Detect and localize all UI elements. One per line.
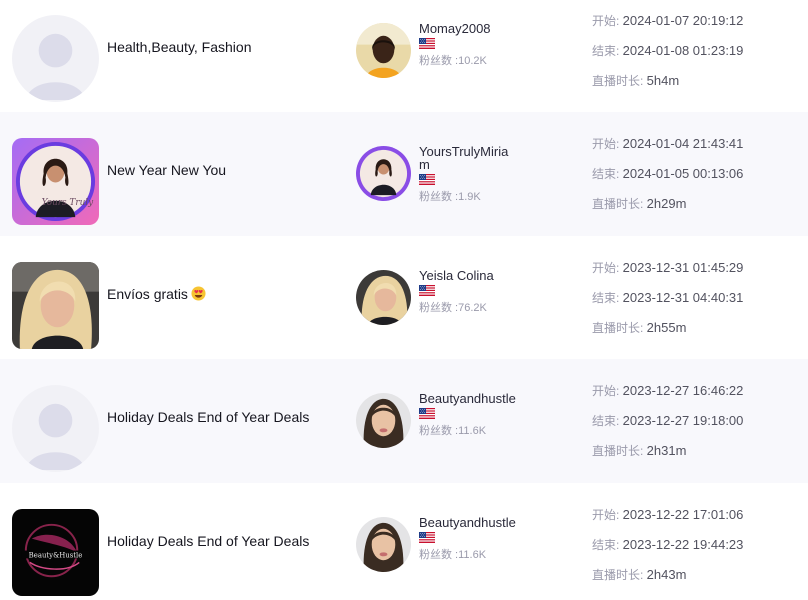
svg-text:Yours Truly: Yours Truly [42,198,94,208]
fans-count: 粉丝数 :1.9K [419,191,481,203]
start-time: 开始: 2023-12-22 17:01:06 [592,507,744,522]
stream-cover-beauty-logo-cover-image[interactable]: Beauty&Hustle [12,509,99,596]
us-flag-icon [419,38,435,49]
us-flag-icon [419,408,435,419]
stream-cover-default-avatar-icon[interactable] [12,385,99,472]
stream-times: 开始: 2024-01-04 21:43:41 结束: 2024-01-05 0… [592,136,743,226]
stream-title[interactable]: Holiday Deals End of Year Deals [107,533,309,549]
end-time: 结束: 2023-12-27 19:18:00 [592,413,744,428]
duration: 直播时长: 2h31m [592,443,687,458]
duration: 直播时长: 2h43m [592,567,687,582]
live-stream-list: Health,Beauty, Fashion Momay2008 粉丝数 :10… [0,0,808,600]
streamer-name[interactable]: Beautyandhustle [419,392,519,405]
streamer-info: Momay2008 粉丝数 :10.2K [419,22,519,68]
us-flag-icon [419,532,435,543]
streamer-avatar[interactable] [356,23,411,78]
stream-row[interactable]: Yours Truly New Year New You YoursTrulyM… [0,112,808,236]
streamer-name[interactable]: Yeisla Colina [419,269,519,282]
stream-row[interactable]: Beauty&Hustle Holiday Deals End of Year … [0,483,808,600]
start-time: 开始: 2024-01-07 20:19:12 [592,13,744,28]
streamer-avatar[interactable] [356,517,411,572]
streamer-info: Beautyandhustle 粉丝数 :11.6K [419,516,519,562]
duration: 直播时长: 2h29m [592,196,687,211]
end-time: 结束: 2024-01-08 01:23:19 [592,43,744,58]
streamer-info: Yeisla Colina 粉丝数 :76.2K [419,269,519,315]
stream-row[interactable]: Health,Beauty, Fashion Momay2008 粉丝数 :10… [0,0,808,113]
stream-cover-default-avatar-icon[interactable] [12,15,99,102]
stream-title[interactable]: Holiday Deals End of Year Deals [107,409,309,425]
fans-count: 粉丝数 :11.6K [419,549,487,561]
duration: 直播时长: 5h4m [592,73,680,88]
streamer-avatar[interactable] [356,146,411,201]
stream-cover-selfie-cover-image[interactable] [12,262,99,349]
fans-count: 粉丝数 :76.2K [419,302,487,314]
start-time: 开始: 2024-01-04 21:43:41 [592,136,744,151]
us-flag-icon [419,174,435,185]
stream-times: 开始: 2023-12-22 17:01:06 结束: 2023-12-22 1… [592,507,743,597]
streamer-name[interactable]: YoursTrulyMiriam [419,145,519,171]
streamer-info: Beautyandhustle 粉丝数 :11.6K [419,392,519,438]
end-time: 结束: 2023-12-31 04:40:31 [592,290,744,305]
streamer-info: YoursTrulyMiriam 粉丝数 :1.9K [419,145,519,204]
stream-title[interactable]: Health,Beauty, Fashion [107,39,252,55]
streamer-avatar[interactable] [356,270,411,325]
svg-text:Beauty&Hustle: Beauty&Hustle [29,551,83,559]
stream-cover-yourstruly-cover-image[interactable]: Yours Truly [12,138,99,225]
duration: 直播时长: 2h55m [592,320,687,335]
stream-times: 开始: 2024-01-07 20:19:12 结束: 2024-01-08 0… [592,13,743,103]
end-time: 结束: 2023-12-22 19:44:23 [592,537,744,552]
streamer-name[interactable]: Beautyandhustle [419,516,519,529]
end-time: 结束: 2024-01-05 00:13:06 [592,166,744,181]
start-time: 开始: 2023-12-27 16:46:22 [592,383,744,398]
streamer-avatar[interactable] [356,393,411,448]
stream-times: 开始: 2023-12-31 01:45:29 结束: 2023-12-31 0… [592,260,743,350]
stream-row[interactable]: Envíos gratis Yeisla Colina 粉丝数 :76.2K 开… [0,236,808,360]
streamer-name[interactable]: Momay2008 [419,22,519,35]
fans-count: 粉丝数 :10.2K [419,55,487,67]
stream-title[interactable]: New Year New You [107,162,226,178]
fans-count: 粉丝数 :11.6K [419,425,487,437]
heart-eyes-emoji-icon [191,286,206,301]
stream-row[interactable]: Holiday Deals End of Year Deals Beautyan… [0,359,808,483]
us-flag-icon [419,285,435,296]
start-time: 开始: 2023-12-31 01:45:29 [592,260,744,275]
stream-times: 开始: 2023-12-27 16:46:22 结束: 2023-12-27 1… [592,383,743,473]
stream-title[interactable]: Envíos gratis [107,286,206,302]
